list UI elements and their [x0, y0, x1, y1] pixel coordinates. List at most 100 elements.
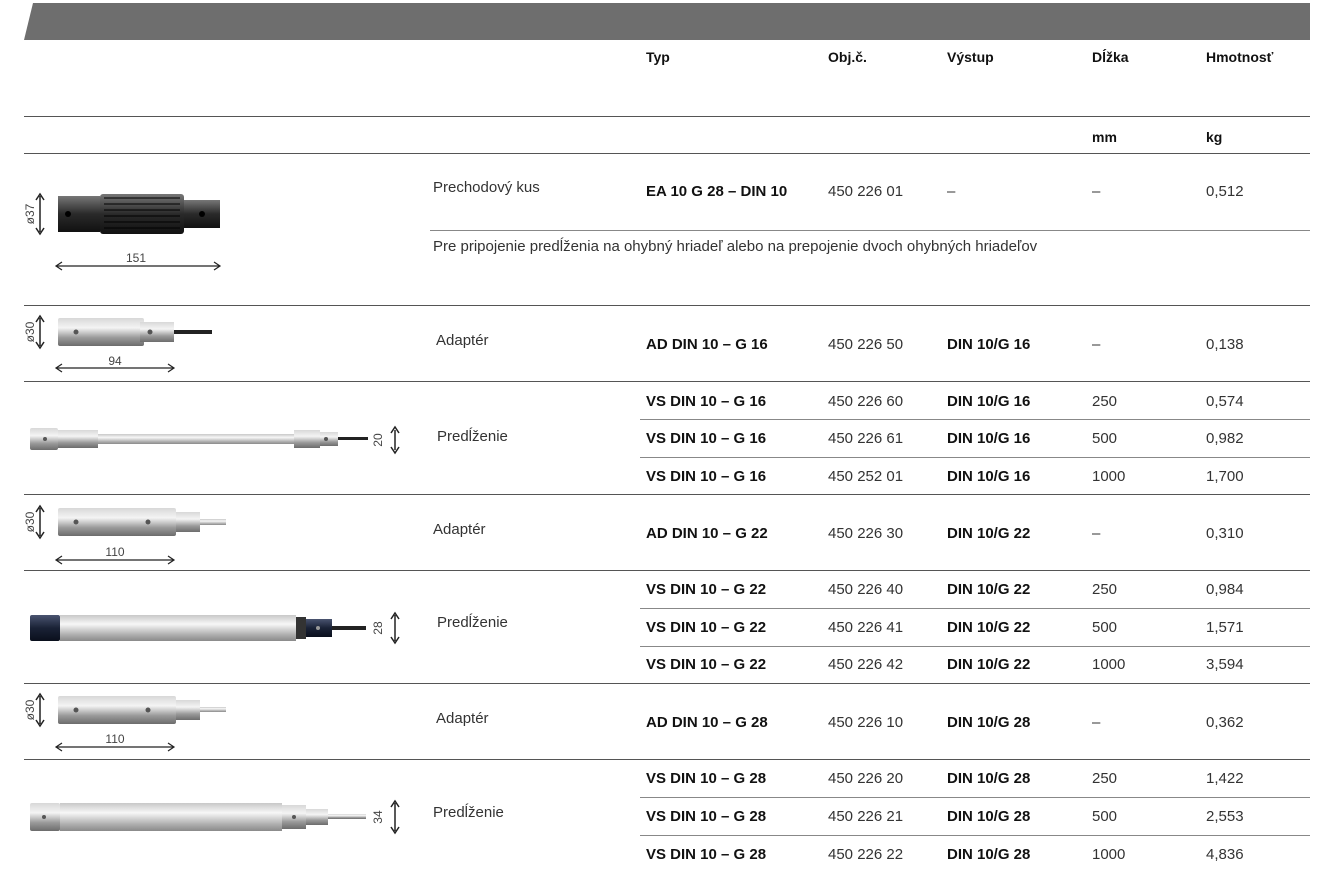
cell-vystup: DIN 10/G 16	[947, 393, 1031, 410]
cell-dlzka: 500	[1092, 619, 1118, 636]
adapter-g28-image: ø30 110	[24, 692, 226, 752]
col-header-objc: Obj.č.	[828, 49, 867, 65]
divider	[640, 608, 1310, 609]
cell-hmotnost: 1,422	[1206, 770, 1244, 787]
product-name: Adaptér	[436, 710, 489, 727]
cell-objc: 450 226 01	[828, 183, 904, 200]
cell-typ: VS DIN 10 – G 28	[646, 846, 767, 863]
cell-dlzka: 500	[1092, 430, 1118, 447]
cell-typ: VS DIN 10 – G 28	[646, 808, 767, 825]
dimension-label: ø30	[24, 699, 37, 720]
extension-g16-image: 20	[30, 425, 400, 455]
cell-vystup: DIN 10/G 16	[947, 468, 1031, 485]
product-name: Predĺženie	[437, 428, 508, 445]
cell-vystup: DIN 10/G 28	[947, 808, 1031, 825]
cell-dlzka: –	[1092, 714, 1101, 731]
dimension-label: ø37	[24, 203, 37, 224]
cell-hmotnost: 0,984	[1206, 581, 1244, 598]
header-banner	[24, 3, 1310, 40]
cell-vystup: –	[947, 183, 956, 200]
dimension-label: 94	[108, 354, 122, 368]
extension-g22-image: 28	[30, 611, 400, 645]
cell-objc: 450 226 21	[828, 808, 904, 825]
cell-vystup: DIN 10/G 22	[947, 525, 1031, 542]
cell-typ: VS DIN 10 – G 16	[646, 468, 767, 485]
cell-typ: VS DIN 10 – G 16	[646, 430, 767, 447]
cell-objc: 450 226 60	[828, 393, 904, 410]
cell-hmotnost: 0,574	[1206, 393, 1244, 410]
cell-dlzka: 250	[1092, 393, 1118, 410]
divider	[430, 230, 1310, 231]
cell-hmotnost: 2,553	[1206, 808, 1244, 825]
col-header-vystup: Výstup	[947, 49, 994, 65]
product-note: Pre pripojenie predĺženia na ohybný hria…	[433, 238, 1038, 255]
dimension-label: ø30	[24, 321, 37, 342]
product-name: Predĺženie	[437, 614, 508, 631]
cell-typ: VS DIN 10 – G 28	[646, 770, 767, 787]
cell-typ: EA 10 G 28 – DIN 10	[646, 183, 788, 200]
adapter-g22-image: ø30 110	[24, 504, 226, 565]
cell-vystup: DIN 10/G 16	[947, 336, 1031, 353]
adapter-g16-image: ø30 94	[24, 314, 212, 373]
cell-objc: 450 226 42	[828, 656, 904, 673]
cell-vystup: DIN 10/G 28	[947, 846, 1031, 863]
cell-vystup: DIN 10/G 28	[947, 714, 1031, 731]
cell-dlzka: –	[1092, 525, 1101, 542]
col-header-typ: Typ	[646, 49, 670, 65]
dimension-label: 110	[105, 545, 124, 559]
dimension-label: 20	[371, 433, 385, 447]
col-header-dlzka: Dĺžka	[1092, 49, 1129, 65]
transition-piece-image: ø37 151	[24, 192, 222, 271]
cell-typ: AD DIN 10 – G 22	[646, 525, 768, 542]
divider	[640, 419, 1310, 420]
cell-vystup: DIN 10/G 22	[947, 656, 1031, 673]
cell-objc: 450 226 50	[828, 336, 904, 353]
divider	[640, 835, 1310, 836]
cell-dlzka: 500	[1092, 808, 1118, 825]
dimension-label: 151	[126, 251, 146, 265]
cell-objc: 450 226 30	[828, 525, 904, 542]
cell-hmotnost: 1,571	[1206, 619, 1244, 636]
dimension-label: 34	[371, 810, 385, 824]
cell-objc: 450 226 61	[828, 430, 904, 447]
cell-typ: AD DIN 10 – G 28	[646, 714, 768, 731]
divider	[24, 116, 1310, 117]
cell-hmotnost: 4,836	[1206, 846, 1244, 863]
cell-vystup: DIN 10/G 16	[947, 430, 1031, 447]
extension-g28-image: 34	[30, 799, 400, 835]
cell-objc: 450 226 40	[828, 581, 904, 598]
divider	[24, 153, 1310, 154]
cell-objc: 450 226 41	[828, 619, 904, 636]
divider	[24, 494, 1310, 495]
cell-dlzka: 1000	[1092, 656, 1126, 673]
cell-typ: AD DIN 10 – G 16	[646, 336, 768, 353]
cell-hmotnost: 1,700	[1206, 468, 1244, 485]
product-name: Adaptér	[436, 332, 489, 349]
cell-objc: 450 226 10	[828, 714, 904, 731]
cell-typ: VS DIN 10 – G 22	[646, 619, 767, 636]
product-name: Adaptér	[433, 521, 486, 538]
dimension-label: ø30	[24, 511, 37, 532]
divider	[24, 570, 1310, 571]
product-name: Predĺženie	[433, 804, 504, 821]
cell-dlzka: 1000	[1092, 468, 1126, 485]
divider	[24, 759, 1310, 760]
cell-hmotnost: 0,362	[1206, 714, 1244, 731]
divider	[640, 457, 1310, 458]
cell-dlzka: 250	[1092, 581, 1118, 598]
divider	[24, 305, 1310, 306]
cell-dlzka: 250	[1092, 770, 1118, 787]
unit-weight: kg	[1206, 129, 1223, 145]
cell-hmotnost: 0,512	[1206, 183, 1244, 200]
cell-objc: 450 226 20	[828, 770, 904, 787]
divider	[24, 683, 1310, 684]
dimension-label: 28	[371, 621, 385, 635]
cell-vystup: DIN 10/G 28	[947, 770, 1031, 787]
product-name: Prechodový kus	[433, 179, 540, 196]
cell-hmotnost: 0,138	[1206, 336, 1244, 353]
cell-typ: VS DIN 10 – G 16	[646, 393, 767, 410]
col-header-hmotnost: Hmotnosť	[1206, 49, 1274, 65]
unit-length: mm	[1092, 129, 1117, 145]
cell-typ: VS DIN 10 – G 22	[646, 581, 767, 598]
cell-typ: VS DIN 10 – G 22	[646, 656, 767, 673]
